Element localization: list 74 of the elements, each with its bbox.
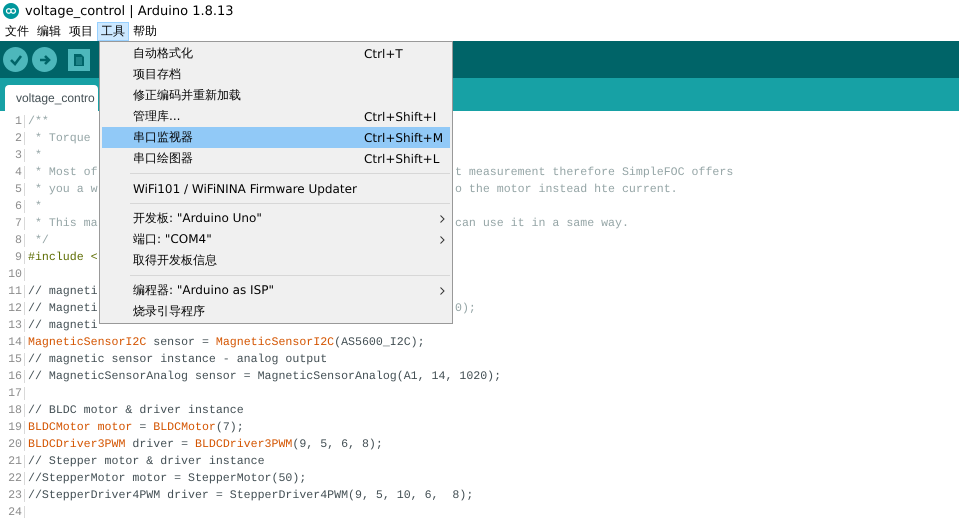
menu-item[interactable]: 取得开发板信息 — [102, 250, 450, 271]
code-line: t measurement therefore SimpleFOC offers — [455, 166, 734, 179]
code-line: #include < — [27, 251, 98, 264]
line-number: 10 — [0, 268, 25, 281]
code-line: //StepperMotor motor = StepperMotor(50); — [27, 472, 306, 485]
code-line: MagneticSensorI2C sensor = MagneticSensorI2C(AS5600_I2C); — [27, 336, 425, 349]
line-number: 24 — [0, 506, 25, 518]
line-number: 8 — [0, 234, 25, 247]
line-number: 18 — [0, 404, 25, 417]
menu-title[interactable]: 文件 — [1, 22, 33, 41]
right-arrow-icon — [38, 52, 52, 66]
menu-item[interactable]: 端口: "COM4" — [102, 229, 450, 250]
menu-item[interactable]: WiFi101 / WiFiNINA Firmware Updater — [102, 178, 450, 199]
new-file-button[interactable] — [68, 48, 90, 70]
code-line: can use it in a same way. — [455, 217, 629, 230]
checkmark-icon — [8, 52, 22, 66]
menu-item[interactable]: 串口监视器 Ctrl+Shift+M — [102, 127, 450, 148]
file-tab[interactable]: voltage_contro — [5, 85, 98, 111]
line-number: 13 — [0, 319, 25, 332]
line-number: 6 — [0, 200, 25, 213]
menu-item[interactable]: 串口绘图器 Ctrl+Shift+L — [102, 148, 450, 169]
line-number: 4 — [0, 166, 25, 179]
code-line: */ — [34, 234, 49, 247]
menu-item[interactable]: 管理库... Ctrl+Shift+I — [102, 106, 450, 127]
line-number: 17 — [0, 387, 25, 400]
line-number: 11 — [0, 285, 25, 298]
verify-button[interactable] — [3, 47, 28, 72]
document-icon — [73, 52, 85, 66]
line-number: 7 — [0, 217, 25, 230]
line-number: 3 — [0, 149, 25, 162]
code-line: * This ma — [34, 217, 98, 230]
menu-item[interactable]: 烧录引导程序 — [102, 301, 450, 322]
line-number: 21 — [0, 455, 25, 468]
code-line: * you a w — [34, 183, 98, 196]
menu-item[interactable]: 修正编码并重新加载 — [102, 85, 450, 106]
line-number: 1 — [0, 115, 25, 128]
menu-title[interactable]: 编辑 — [33, 22, 65, 41]
code-line: // MagneticSensorAnalog sensor = MagneticSensorAnalog(A1, 14, 1020); — [27, 370, 502, 383]
line-number: 19 — [0, 421, 25, 434]
window-title: voltage_control | Arduino 1.8.13 — [25, 4, 234, 18]
line-number: 20 — [0, 438, 25, 451]
menu-item[interactable]: 编程器: "Arduino as ISP" — [102, 280, 450, 301]
code-line: * Torque — [34, 132, 91, 145]
code-line: 0); — [455, 302, 476, 315]
line-number: 9 — [0, 251, 25, 264]
code-line: // magnetic sensor instance - analog output — [27, 353, 328, 366]
code-line: * — [34, 149, 42, 162]
line-number: 16 — [0, 370, 25, 383]
code-line: * — [34, 200, 42, 213]
code-line: //StepperDriver4PWM driver = StepperDriver4PWM(9, 5, 10, 6, 8); — [27, 489, 474, 502]
upload-button[interactable] — [32, 47, 57, 72]
menu-title[interactable]: 帮助 — [129, 22, 161, 41]
code-line: o the motor instead hte current. — [455, 183, 678, 196]
menu-title[interactable]: 工具 — [97, 22, 129, 41]
menu-item[interactable]: 开发板: "Arduino Uno" — [102, 208, 450, 229]
code-line: BLDCDriver3PWM driver = BLDCDriver3PWM(9, 5, 6, 8); — [27, 438, 383, 451]
code-line: /** — [27, 115, 49, 128]
line-number: 14 — [0, 336, 25, 349]
code-line: // magneti — [27, 319, 98, 332]
code-line: // Stepper motor & driver instance — [27, 455, 265, 468]
line-number: 23 — [0, 489, 25, 502]
line-number: 15 — [0, 353, 25, 366]
line-number: 5 — [0, 183, 25, 196]
code-line: // magneti — [27, 285, 98, 298]
line-number: 2 — [0, 132, 25, 145]
menu-title[interactable]: 项目 — [65, 22, 97, 41]
code-line: BLDCMotor motor = BLDCMotor(7); — [27, 421, 244, 434]
code-line: * Most of — [34, 166, 98, 179]
code-line: // Magneti — [27, 302, 98, 315]
line-number: 12 — [0, 302, 25, 315]
line-number: 22 — [0, 472, 25, 485]
code-line: // BLDC motor & driver instance — [27, 404, 244, 417]
app-logo-icon — [3, 3, 19, 19]
menu-item[interactable]: 项目存档 — [102, 64, 450, 85]
